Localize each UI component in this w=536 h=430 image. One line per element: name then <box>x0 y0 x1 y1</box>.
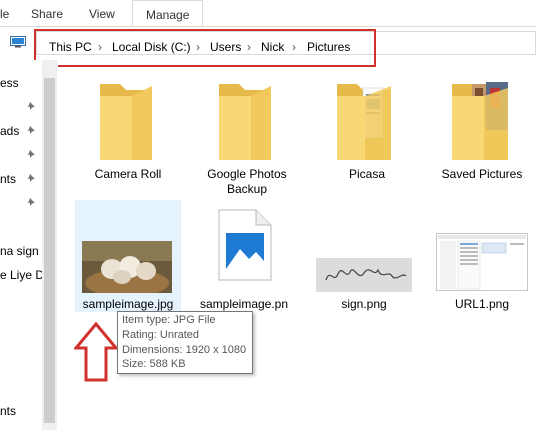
pin-icon[interactable] <box>27 173 37 183</box>
file-item-picasa[interactable]: Picasa <box>315 74 419 184</box>
tab-share[interactable]: Share <box>31 7 63 21</box>
file-info-tooltip: Item type: JPG File Rating: Unrated Dime… <box>117 311 253 374</box>
nav-item-quick-access[interactable]: ess <box>0 76 19 90</box>
nav-item-folder-b[interactable]: e Liye D <box>0 268 44 282</box>
tab-view[interactable]: View <box>89 7 115 21</box>
up-arrow-annotation-icon <box>74 322 118 382</box>
file-item-sampleimage-png[interactable]: sampleimage.pn <box>192 205 296 311</box>
file-name: Picasa <box>348 167 386 181</box>
pin-icon[interactable] <box>27 149 37 159</box>
ribbon-tabs: le Share View Manage <box>0 0 536 27</box>
file-name: sampleimage.pn <box>199 297 289 311</box>
file-item-google-photos-backup[interactable]: Google Photos Backup <box>195 74 299 199</box>
tooltip-rating: Rating: Unrated <box>122 329 200 341</box>
nav-item-downloads[interactable]: ads <box>0 124 19 138</box>
folder-icon <box>219 84 271 160</box>
file-name: Camera Roll <box>94 167 162 181</box>
file-item-sampleimage-jpg[interactable]: sampleimage.jpg <box>76 205 180 311</box>
tab-file[interactable]: le <box>0 7 9 21</box>
pin-icon[interactable] <box>27 125 37 135</box>
this-pc-icon <box>10 36 26 48</box>
folder-with-photos-icon <box>452 82 508 160</box>
file-item-camera-roll[interactable]: Camera Roll <box>76 74 180 184</box>
file-name-line2: Backup <box>226 182 268 196</box>
file-name: URL1.png <box>454 297 510 311</box>
photo-thumbnail-puppies <box>82 241 172 293</box>
file-item-url1-png[interactable]: URL1.png <box>430 205 534 311</box>
pin-icon[interactable] <box>27 197 37 207</box>
address-highlight-box <box>34 29 376 67</box>
tab-manage[interactable]: Manage <box>132 0 204 26</box>
image-file-icon <box>218 209 272 281</box>
pin-icon[interactable] <box>27 101 37 111</box>
nav-scrollbar-thumb[interactable] <box>44 78 55 423</box>
folder-with-documents-icon <box>337 84 391 160</box>
file-name: Saved Pictures <box>441 167 523 181</box>
tooltip-item-type: Item type: JPG File <box>122 314 216 326</box>
screenshot-thumbnail <box>436 233 528 291</box>
file-item-sign-png[interactable]: sign.png <box>312 205 416 311</box>
file-name: sampleimage.jpg <box>82 297 174 311</box>
file-name-line1: Google Photos <box>207 167 287 181</box>
signature-thumbnail <box>316 258 412 292</box>
tooltip-dimensions: Dimensions: 1920 x 1080 <box>122 344 247 356</box>
tooltip-size: Size: 588 KB <box>122 358 186 370</box>
nav-item-documents[interactable]: nts <box>0 172 16 186</box>
nav-item-documents-lib[interactable]: nts <box>0 404 16 418</box>
file-item-saved-pictures[interactable]: Saved Pictures <box>430 74 534 184</box>
folder-icon <box>100 84 152 160</box>
file-name: sign.png <box>341 297 387 311</box>
